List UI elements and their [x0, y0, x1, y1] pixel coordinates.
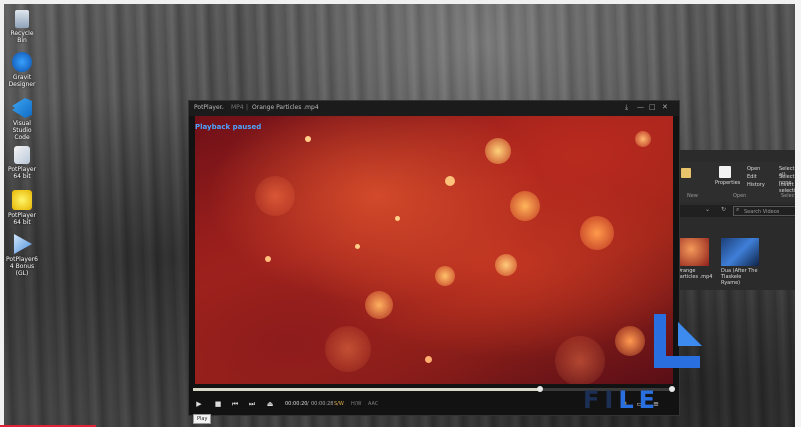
chevron-down-icon[interactable]: ⌄ [705, 206, 710, 213]
bokeh-particle [445, 176, 455, 186]
bokeh-particle [265, 256, 271, 262]
bokeh-particle [365, 291, 393, 319]
decoder-tag-hw[interactable]: H/W [351, 401, 361, 407]
watermark-text: FILE [583, 386, 660, 414]
time-separator: / [307, 401, 309, 407]
close-icon[interactable]: ✕ [662, 103, 668, 111]
bokeh-particle [485, 138, 511, 164]
seek-handle[interactable] [537, 386, 544, 392]
refresh-icon[interactable]: ↻ [721, 206, 726, 213]
bokeh-particle [580, 216, 614, 250]
edit-button[interactable]: Edit [747, 174, 757, 180]
total-time: 00:00:28 [311, 401, 334, 407]
eject-icon[interactable]: ⏏ [265, 399, 275, 409]
gravit-designer-icon [12, 52, 32, 72]
bokeh-particle [425, 356, 432, 363]
search-input[interactable]: Search Videos [733, 206, 797, 216]
file-explorer-window: Properties Open Edit History Select all … [676, 150, 801, 290]
desktop-icon-label: PotPlayer 64 bit [7, 166, 37, 180]
app-menu-button[interactable]: PotPlayer [194, 104, 222, 111]
desktop-icon-vscode[interactable]: Visual Studio Code [5, 98, 39, 141]
frame-edge-right [795, 0, 801, 427]
potplayer-bonus-icon [14, 234, 32, 254]
file-thumbnail[interactable] [679, 238, 709, 266]
file-title: Orange Particles .mp4 [252, 104, 319, 111]
watermark-logo-icon [654, 314, 702, 368]
history-button[interactable]: History [747, 182, 765, 188]
desktop-icon-potplayer-2[interactable]: PotPlayer 64 bit [5, 190, 39, 226]
watermark-text-left: FI [583, 386, 619, 414]
watermark-text-right: LE [618, 386, 661, 414]
desktop-icon-label: Recycle Bin [10, 30, 34, 44]
bokeh-particle [495, 254, 517, 276]
frame-edge-top [0, 0, 801, 4]
properties-label: Properties [715, 180, 741, 186]
properties-icon[interactable] [719, 166, 731, 178]
previous-icon[interactable]: ⏮ [230, 399, 240, 409]
frame-edge-left [0, 0, 4, 427]
bokeh-particle [435, 266, 455, 286]
potplayer-window: PotPlayer ⌄ MP4 | Orange Particles .mp4 … [188, 100, 680, 416]
bokeh-particle [355, 244, 360, 249]
stop-icon[interactable]: ■ [213, 399, 223, 409]
potplayer-alt-icon [12, 190, 32, 210]
minimize-icon[interactable]: — [637, 103, 644, 111]
audio-codec-tag[interactable]: AAC [368, 401, 378, 407]
maximize-icon[interactable]: □ [649, 103, 656, 111]
explorer-ribbon: Properties Open Edit History Select all … [677, 162, 801, 202]
menu-arrow-icon[interactable]: ⌄ [220, 104, 225, 111]
bokeh-particle [555, 336, 605, 384]
play-icon[interactable]: ▶ [194, 399, 204, 409]
bokeh-particle [255, 176, 295, 216]
video-canvas[interactable]: Playback paused [195, 116, 673, 384]
next-icon[interactable]: ⏭ [247, 399, 257, 409]
potplayer-icon [14, 146, 30, 164]
desktop-icon-label: Visual Studio Code [12, 120, 32, 141]
bokeh-particle [325, 326, 371, 372]
bokeh-particle [615, 326, 645, 356]
seek-end-marker [669, 386, 675, 392]
vscode-icon [12, 98, 32, 118]
file-name[interactable]: Dua (After The Tlaskele Ryame) [721, 268, 761, 286]
search-icon: ⌕ [736, 206, 740, 213]
recycle-bin-icon [15, 10, 29, 28]
format-label: MP4 [231, 104, 244, 111]
desktop-icon-label: PotPlayer 64 bit [7, 212, 37, 226]
desktop-icon-recycle-bin[interactable]: Recycle Bin [5, 10, 39, 44]
seek-bar-fill [193, 388, 541, 391]
desktop-icon-potplayer-bonus[interactable]: PotPlayer64 Bonus (GL) [5, 234, 39, 277]
player-titlebar[interactable]: PotPlayer ⌄ MP4 | Orange Particles .mp4 … [189, 101, 679, 116]
bokeh-particle [305, 136, 311, 142]
group-open-label: Open [733, 193, 747, 199]
file-thumbnail[interactable] [721, 238, 759, 266]
bokeh-particle [635, 131, 651, 147]
open-button[interactable]: Open [747, 166, 760, 172]
bokeh-particle [395, 216, 400, 221]
pin-icon[interactable]: ⤓ [625, 103, 628, 112]
desktop-icon-label: PotPlayer64 Bonus (GL) [6, 256, 38, 277]
desktop-icon-label: Gravit Designer [8, 74, 36, 88]
current-time: 00:00:20 [285, 401, 308, 407]
play-tooltip: Play [193, 414, 212, 424]
decoder-tag-sw[interactable]: S/W [334, 401, 344, 407]
new-item-icon[interactable] [681, 168, 691, 178]
osd-status-message: Playback paused [195, 123, 262, 131]
file-name[interactable]: Orange Particles .mp4 [677, 268, 717, 280]
bokeh-particle [510, 191, 540, 221]
desktop-icon-potplayer-1[interactable]: PotPlayer 64 bit [5, 146, 39, 180]
title-separator: | [246, 104, 249, 111]
group-new-label: New [687, 193, 698, 199]
desktop-icon-gravit[interactable]: Gravit Designer [5, 52, 39, 88]
